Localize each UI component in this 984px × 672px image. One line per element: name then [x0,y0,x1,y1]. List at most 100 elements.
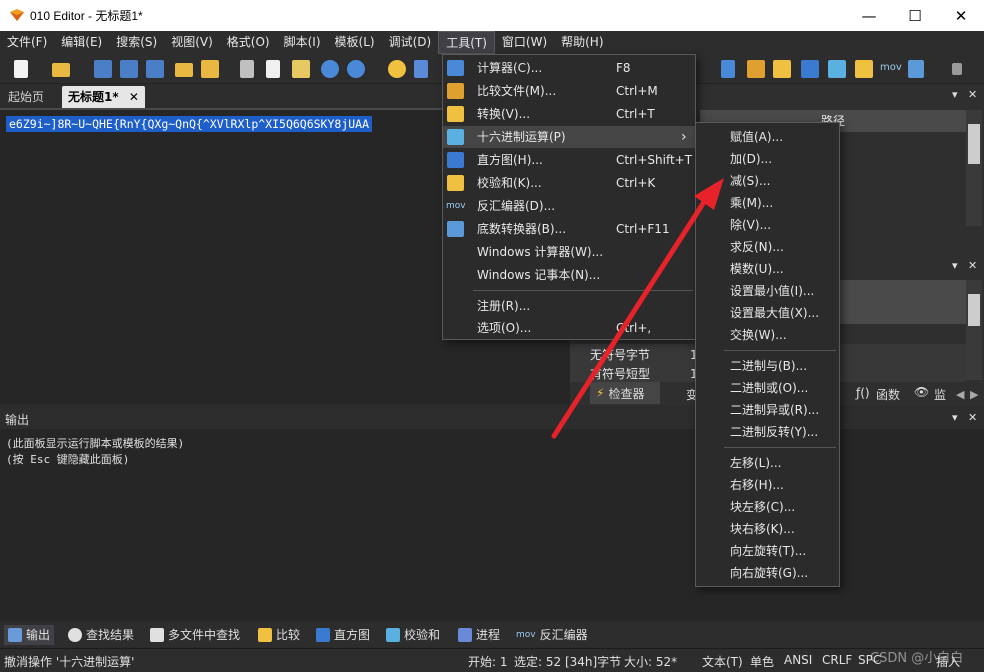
tab-start-page[interactable]: 起始页 [2,86,50,108]
tabs-scroll-right-icon[interactable]: ▶ [970,388,978,401]
submenu-multiply[interactable]: 乘(M)... [696,192,839,214]
submenu-assign[interactable]: 赋值(A)... [696,126,839,148]
status-encoding[interactable]: ANSI [784,653,812,667]
inspector-dropdown-icon[interactable]: ▾ [952,259,958,272]
menu-item-disassembler[interactable]: mov 反汇编器(D)... [443,195,695,217]
tab-close-icon[interactable]: ✕ [129,90,139,104]
submenu-block-shift-right[interactable]: 块右移(K)... [696,518,839,540]
toolbar-disassembler-icon[interactable]: mov [880,62,902,73]
menu-format[interactable]: 格式(O) [220,31,277,54]
copy-icon[interactable] [266,60,280,78]
submenu-binary-xor[interactable]: 二进制异或(R)... [696,399,839,421]
toolbar-convert-icon[interactable] [773,60,791,78]
status-edit-mode[interactable]: 文本(T) [702,653,743,670]
menu-tools[interactable]: 工具(T) [438,31,495,54]
output-close-icon[interactable]: ✕ [968,411,977,424]
submenu-binary-and[interactable]: 二进制与(B)... [696,355,839,377]
submenu-shift-right[interactable]: 右移(H)... [696,474,839,496]
redo-icon[interactable] [347,60,365,78]
submenu-set-minimum[interactable]: 设置最小值(I)... [696,280,839,302]
menu-item-compare-files[interactable]: 比较文件(M)... Ctrl+M [443,80,695,102]
replace-icon[interactable] [414,60,428,78]
tab-functions[interactable]: 函数 [876,386,900,403]
menu-item-base-converter[interactable]: 底数转换器(B)... Ctrl+F11 [443,218,695,240]
toolbar-hex-operations-icon[interactable] [828,60,846,78]
panel-scroll-thumb[interactable] [968,124,980,164]
pause-icon[interactable] [952,63,962,75]
menu-item-calculator[interactable]: 计算器(C)... F8 [443,57,695,79]
workspace-icon[interactable] [201,60,219,78]
panel-close-icon[interactable]: ✕ [968,88,977,101]
submenu-binary-or[interactable]: 二进制或(O)... [696,377,839,399]
undo-icon[interactable] [321,60,339,78]
submenu-rotate-left[interactable]: 向左旋转(T)... [696,540,839,562]
tab-histogram[interactable]: 直方图 [312,625,374,645]
menu-item-windows-notepad[interactable]: Windows 记事本(N)... [443,264,695,286]
menu-scripts[interactable]: 脚本(I) [277,31,328,54]
toolbar-histogram-icon[interactable] [801,60,819,78]
menu-item-histogram[interactable]: 直方图(H)... Ctrl+Shift+T [443,149,695,171]
menu-item-convert[interactable]: 转换(V)... Ctrl+T [443,103,695,125]
tab-process[interactable]: 进程 [454,625,504,645]
save-all-icon[interactable] [146,60,164,78]
panel-scrollbar[interactable] [966,110,982,226]
tab-watch-partial[interactable]: 监 [934,386,946,403]
menu-item-register[interactable]: 注册(R)... [443,295,695,317]
submenu-divide[interactable]: 除(V)... [696,214,839,236]
submenu-rotate-right[interactable]: 向右旋转(G)... [696,562,839,584]
submenu-subtract[interactable]: 减(S)... [696,170,839,192]
toolbar-compare-icon[interactable] [747,60,765,78]
save-icon[interactable] [94,60,112,78]
minimize-button[interactable]: — [846,0,892,31]
menu-view[interactable]: 视图(V) [164,31,220,54]
menu-edit[interactable]: 编辑(E) [54,31,109,54]
menu-search[interactable]: 搜索(S) [109,31,164,54]
find-icon[interactable] [388,60,406,78]
toolbar-checksum-icon[interactable] [855,60,873,78]
tab-checksum[interactable]: 校验和 [382,625,444,645]
tab-compare[interactable]: 比较 [254,625,304,645]
save-as-icon[interactable] [120,60,138,78]
tab-disassembler[interactable]: mov 反汇编器 [512,625,592,645]
inspector-scrollbar[interactable] [966,280,982,380]
submenu-swap[interactable]: 交换(W)... [696,324,839,346]
tabs-scroll-left-icon[interactable]: ◀ [956,388,964,401]
submenu-modulus[interactable]: 模数(U)... [696,258,839,280]
panel-dropdown-icon[interactable]: ▾ [952,88,958,101]
paste-icon[interactable] [292,60,310,78]
toolbar-base-converter-icon[interactable] [908,60,924,78]
menu-file[interactable]: 文件(F) [0,31,54,54]
status-color[interactable]: 单色 [750,653,774,670]
toolbar-calculator-icon[interactable] [721,60,735,78]
close-window-button[interactable]: ✕ [938,0,984,31]
open-folder-icon[interactable] [52,63,70,77]
folder-icon[interactable] [175,63,193,77]
selected-text[interactable]: e6Z9i~]8R~U~QHE{RnY{QXg~QnQ{^XVlRXlp^XI5… [6,116,373,132]
cut-icon[interactable] [240,60,254,78]
tab-find-in-files[interactable]: 多文件中查找 [146,625,244,645]
menu-item-options[interactable]: 选项(O)... Ctrl+, [443,317,695,339]
tab-find-results[interactable]: 查找结果 [64,625,138,645]
tab-untitled1[interactable]: 无标题1* ✕ [62,86,145,108]
submenu-set-maximum[interactable]: 设置最大值(X)... [696,302,839,324]
inspector-close-icon[interactable]: ✕ [968,259,977,272]
menu-item-windows-calculator[interactable]: Windows 计算器(W)... [443,241,695,263]
menu-window[interactable]: 窗口(W) [495,31,554,54]
submenu-negate[interactable]: 求反(N)... [696,236,839,258]
submenu-binary-invert[interactable]: 二进制反转(Y)... [696,421,839,443]
menu-templates[interactable]: 模板(L) [328,31,382,54]
menu-item-checksum[interactable]: 校验和(K)... Ctrl+K [443,172,695,194]
tab-output[interactable]: 输出 [4,625,55,645]
inspector-scroll-thumb[interactable] [968,294,980,326]
new-file-icon[interactable] [14,60,28,78]
menu-help[interactable]: 帮助(H) [554,31,610,54]
output-dropdown-icon[interactable]: ▾ [952,411,958,424]
tab-inspector[interactable]: ⚡ 检查器 [590,382,660,404]
menu-item-hex-operations[interactable]: 十六进制运算(P) › [443,126,695,148]
submenu-block-shift-left[interactable]: 块左移(C)... [696,496,839,518]
submenu-add[interactable]: 加(D)... [696,148,839,170]
submenu-shift-left[interactable]: 左移(L)... [696,452,839,474]
menu-debug[interactable]: 调试(D) [382,31,439,54]
status-eol[interactable]: CRLF [822,653,852,667]
maximize-button[interactable]: ☐ [892,0,938,31]
